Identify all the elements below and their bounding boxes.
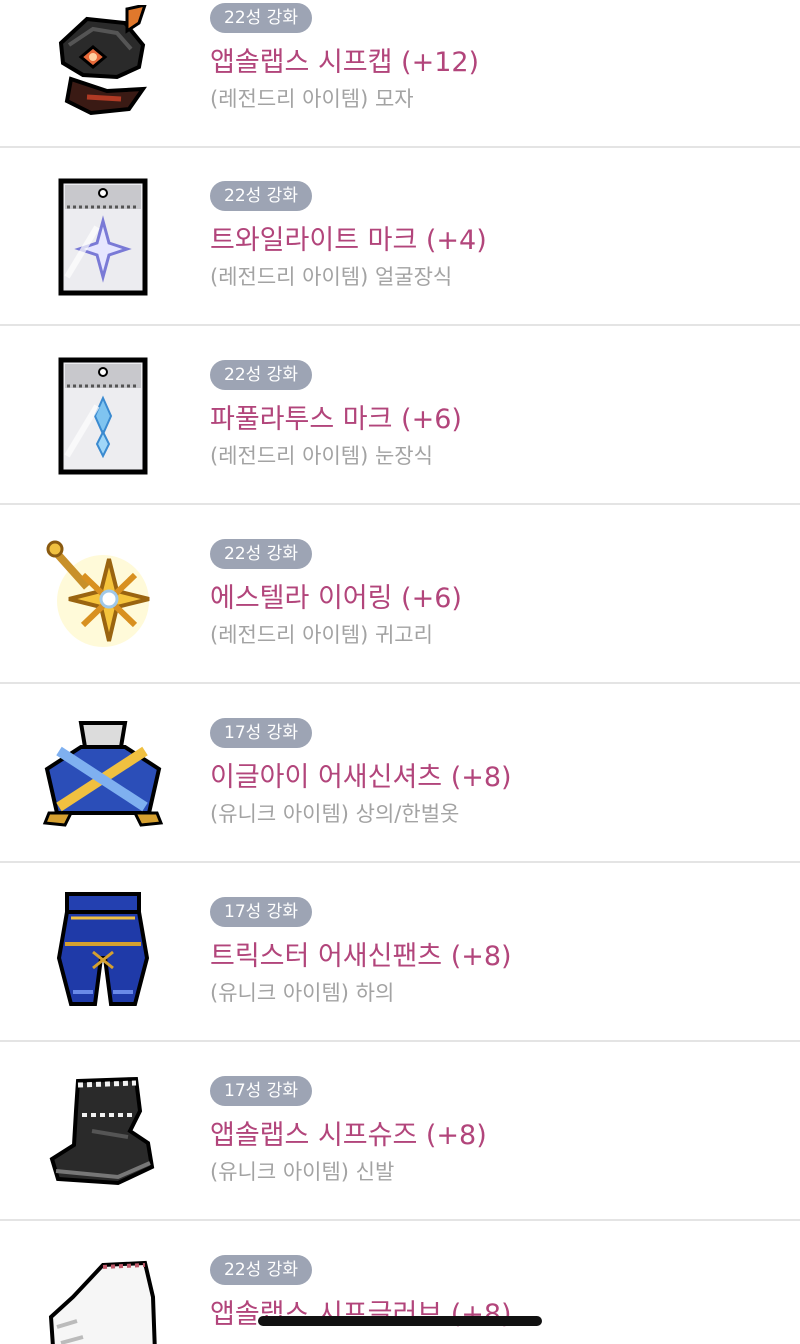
papulatus-mark-icon [38, 351, 168, 481]
twilight-mark-icon [38, 172, 168, 302]
item-name: 이글아이 어새신셔츠 (+8) [210, 762, 512, 793]
equipment-list: 22성 강화 앱솔랩스 시프캡 (+12) (레전드리 아이템) 모자 22성 … [0, 0, 800, 1344]
enhance-badge: 22성 강화 [210, 360, 312, 390]
thief-shoes-icon [38, 1065, 168, 1195]
item-name: 트와일라이트 마크 (+4) [210, 225, 487, 256]
item-description: (유니크 아이템) 하의 [210, 981, 395, 1005]
item-description: (유니크 아이템) 신발 [210, 1160, 395, 1184]
enhance-badge: 22성 강화 [210, 181, 312, 211]
enhance-badge: 17성 강화 [210, 897, 312, 927]
assassin-shirt-icon [38, 707, 168, 837]
item-name: 앱솔랩스 시프슈즈 (+8) [210, 1120, 487, 1151]
item-description: (유니크 아이템) 상의/한벌옷 [210, 802, 460, 826]
item-name: 파풀라투스 마크 (+6) [210, 404, 462, 435]
enhance-badge: 22성 강화 [210, 3, 312, 33]
enhance-badge: 17성 강화 [210, 718, 312, 748]
item-name: 트릭스터 어새신팬츠 (+8) [210, 941, 512, 972]
enhance-badge: 22성 강화 [210, 1255, 312, 1285]
item-description: (레전드리 아이템) 얼굴장식 [210, 265, 453, 289]
equipment-item[interactable]: 17성 강화 앱솔랩스 시프슈즈 (+8) (유니크 아이템) 신발 [0, 1043, 800, 1221]
item-description: (레전드리 아이템) 모자 [210, 87, 414, 111]
thief-cap-icon [38, 0, 168, 130]
equipment-item[interactable]: 22성 강화 에스텔라 이어링 (+6) (레전드리 아이템) 귀고리 [0, 506, 800, 684]
equipment-item[interactable]: 22성 강화 앱솔랩스 시프캡 (+12) (레전드리 아이템) 모자 [0, 0, 800, 148]
item-name: 앱솔랩스 시프캡 (+12) [210, 47, 480, 78]
home-indicator[interactable] [258, 1316, 542, 1326]
item-description: (레전드리 아이템) 귀고리 [210, 623, 433, 647]
item-name: 에스텔라 이어링 (+6) [210, 583, 462, 614]
assassin-pants-icon [38, 884, 168, 1014]
thief-glove-icon [38, 1252, 168, 1344]
equipment-item[interactable]: 17성 강화 트릭스터 어새신팬츠 (+8) (유니크 아이템) 하의 [0, 864, 800, 1042]
item-name: 앱솔랩스 시프글러브 (+8) [210, 1299, 512, 1330]
enhance-badge: 17성 강화 [210, 1076, 312, 1106]
equipment-item[interactable]: 22성 강화 파풀라투스 마크 (+6) (레전드리 아이템) 눈장식 [0, 327, 800, 505]
enhance-badge: 22성 강화 [210, 539, 312, 569]
estella-earring-icon [38, 530, 168, 660]
equipment-item[interactable]: 17성 강화 이글아이 어새신셔츠 (+8) (유니크 아이템) 상의/한벌옷 [0, 685, 800, 863]
item-description: (레전드리 아이템) 눈장식 [210, 444, 433, 468]
equipment-item[interactable]: 22성 강화 트와일라이트 마크 (+4) (레전드리 아이템) 얼굴장식 [0, 148, 800, 326]
